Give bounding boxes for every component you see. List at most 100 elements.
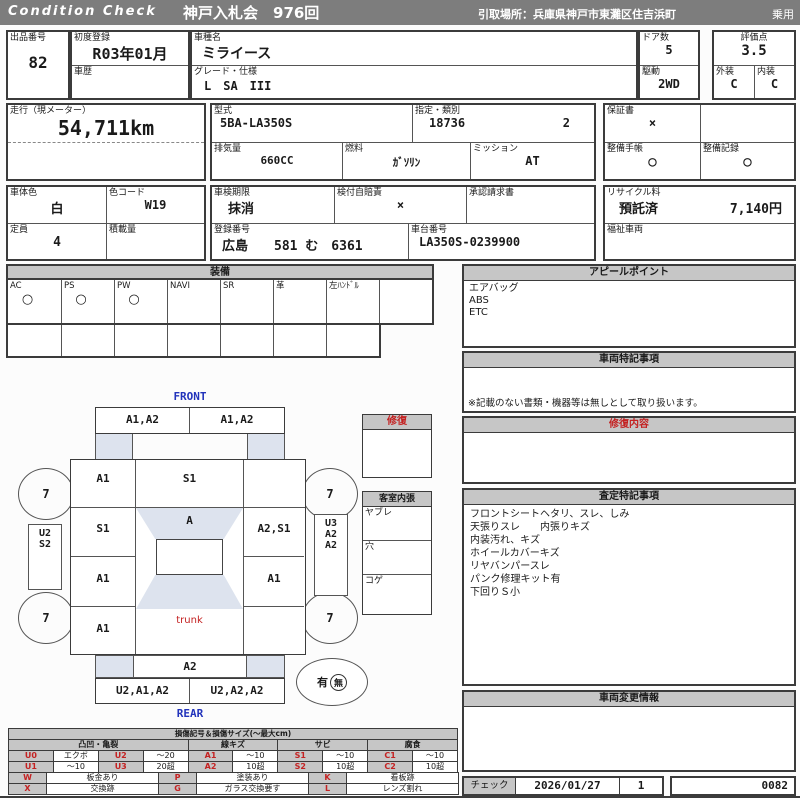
left-fender-code: A1	[96, 472, 110, 485]
sheet-number: 0082	[670, 776, 796, 796]
lot-number-box: 出品番号 82	[6, 30, 70, 100]
rear-panel-strip: A2	[95, 655, 285, 678]
header-bar: Condition Check 神戸入札会 976回 引取場所：兵庫県神戸市東灘…	[0, 0, 800, 25]
legend-group-dent: 凸凹・亀裂	[8, 739, 189, 751]
chassis-number-label: 車台番号	[411, 225, 448, 235]
rear-label: REAR	[176, 707, 204, 720]
bottom-rule	[0, 796, 800, 798]
mileage-label: 走行（現メーター）	[10, 106, 92, 116]
fuel-value: ｶﾞｿﾘﾝ	[392, 156, 421, 169]
displacement-label: 排気量	[214, 144, 242, 154]
transmission-label: ミッション	[473, 144, 519, 154]
car-body: A1 S1 S1 A A2,S1 A1 A1 A1 trunk	[70, 459, 306, 655]
brand-logo: Condition Check	[8, 4, 157, 19]
inspection-value: 抹消	[228, 202, 255, 217]
color-code-value: W19	[144, 198, 167, 212]
lot-number-value: 82	[28, 53, 48, 72]
interior-grade: C	[770, 77, 779, 91]
pickup-location: 引取場所：兵庫県神戸市東灘区住吉浜町	[478, 8, 676, 21]
legend-group-corrosion: 腐食	[367, 739, 458, 751]
legend-group-rust: サビ	[277, 739, 369, 751]
equipment-cell-lhd: 左ﾊﾝﾄﾞﾙ	[326, 280, 379, 323]
right-rear-door-code: A1	[267, 572, 281, 585]
score-value: 3.5	[741, 43, 767, 59]
front-label: FRONT	[173, 390, 207, 403]
appeal-line: ABS	[469, 295, 489, 306]
cabin-lining-title: 客室内張	[363, 492, 431, 507]
score-label: 評価点	[740, 33, 768, 43]
vehicle-notes-text: ※記載のない書類・機器等は無しとして取り扱います。	[468, 398, 703, 409]
doors-label: ドア数	[642, 33, 670, 43]
approval-label: 承認請求書	[469, 188, 515, 198]
mileage-box: 走行（現メーター） 54,711km	[6, 103, 206, 181]
equipment-mark-ps: ○	[75, 292, 87, 307]
front-right-wheel: 7	[302, 468, 358, 520]
spare-yes-label: 有	[317, 676, 328, 689]
exterior-grade: C	[730, 77, 738, 91]
vehicle-notes-panel: 車両特記事項 ※記載のない書類・機器等は無しとして取り扱います。	[462, 351, 796, 413]
appeal-title: アピールポイント	[464, 266, 794, 281]
rear-right-wheel: 7	[302, 592, 358, 644]
maintenance-book-value: ○	[648, 154, 657, 170]
rear-left-wheel: 7	[18, 592, 74, 644]
reg-number-value: 広島 581 む 6361	[222, 239, 363, 254]
appeal-panel: アピールポイント エアバッグ ABS ETC	[462, 264, 796, 348]
spare-no-circled: 無	[330, 673, 347, 691]
legend-group-scratch: 線キズ	[187, 739, 279, 751]
engine-box: 型式 5BA-LA350S 指定・類別 18736 2 排気量 660CC 燃料…	[210, 103, 596, 181]
check-date: 2026/01/27	[516, 778, 620, 794]
appeal-line: ETC	[469, 307, 488, 318]
right-side-damage-box: U3 A2 A2	[314, 514, 348, 596]
chassis-number-value: LA350S-0239900	[419, 235, 521, 249]
exterior-label: 外装	[716, 67, 735, 77]
capacity-label: 定員	[10, 225, 29, 235]
equipment-cell-extra	[379, 280, 432, 323]
class-number-value: 18736	[429, 116, 466, 130]
mileage-value: 54,711km	[8, 116, 204, 143]
left-side-damage-box: U2 S2	[28, 524, 62, 590]
insurance-label: 検付自賠責	[337, 188, 383, 198]
welfare-label: 福祉車両	[607, 225, 644, 235]
equipment-cell-pw: PW ○	[114, 280, 167, 323]
spare-tire-ellipse: 有 無	[296, 658, 368, 706]
front-bumper-strip: A1,A2 A1,A2	[95, 407, 285, 434]
class-category-value: 2	[562, 116, 570, 130]
repair-content-panel: 修復内容	[462, 416, 796, 484]
reg-number-label: 登録番号	[214, 225, 251, 235]
body-color-label: 車体色	[10, 188, 38, 198]
history-label: 車歴	[74, 67, 93, 77]
cabin-tear-label: ヤブレ	[365, 508, 393, 518]
equipment-mark-ac: ○	[21, 292, 34, 307]
rear-window-shape	[136, 575, 243, 609]
rear-left-pillar	[96, 656, 134, 677]
cabin-lining-box: 客室内張 ヤブレ 穴 コゲ	[362, 491, 432, 615]
registration-box: 車検期限 抹消 検付自賠責 × 承認請求書 登録番号 広島 581 む 6361…	[210, 185, 596, 261]
warranty-value: ×	[648, 116, 657, 130]
assessment-line: 下回りＳ小	[470, 587, 520, 598]
assessment-line: リヤバンパースレ	[470, 561, 550, 572]
change-info-panel: 車両変更情報	[462, 690, 796, 772]
equipment-cell-leather: 革	[273, 280, 326, 323]
left-front-door-code: S1	[96, 522, 110, 535]
grade-value: L SA III	[204, 79, 272, 93]
class-number-label: 指定・類別	[415, 106, 461, 116]
recycle-label: リサイクル料	[607, 188, 661, 198]
equipment-empty-row	[6, 325, 381, 358]
front-left-pillar	[95, 434, 133, 459]
equipment-cell-ac: AC ○	[8, 280, 61, 323]
model-grade-box: 車種名 ミライース グレード・仕様 L SA III	[190, 30, 638, 100]
right-front-door-code: A2,S1	[257, 522, 291, 535]
doors-drive-box: ドア数 5 駆動 2WD	[638, 30, 700, 100]
front-bumper-left: A1,A2	[96, 408, 190, 433]
load-label: 積載量	[109, 225, 137, 235]
cabin-roof-shape	[156, 539, 223, 575]
maintenance-record-value: ○	[743, 154, 752, 170]
recycle-fee: 7,140円	[729, 202, 782, 217]
appeal-line: エアバッグ	[469, 283, 519, 294]
registration-history-box: 初度登録 R03年01月 車歴	[70, 30, 190, 100]
rear-right-pillar	[246, 656, 284, 677]
drive-label: 駆動	[642, 67, 661, 77]
assessment-title: 査定特記事項	[464, 490, 794, 505]
left-rear-door-code: A1	[96, 572, 110, 585]
assessment-line: 天張りスレ 内張りキズ	[470, 522, 590, 533]
